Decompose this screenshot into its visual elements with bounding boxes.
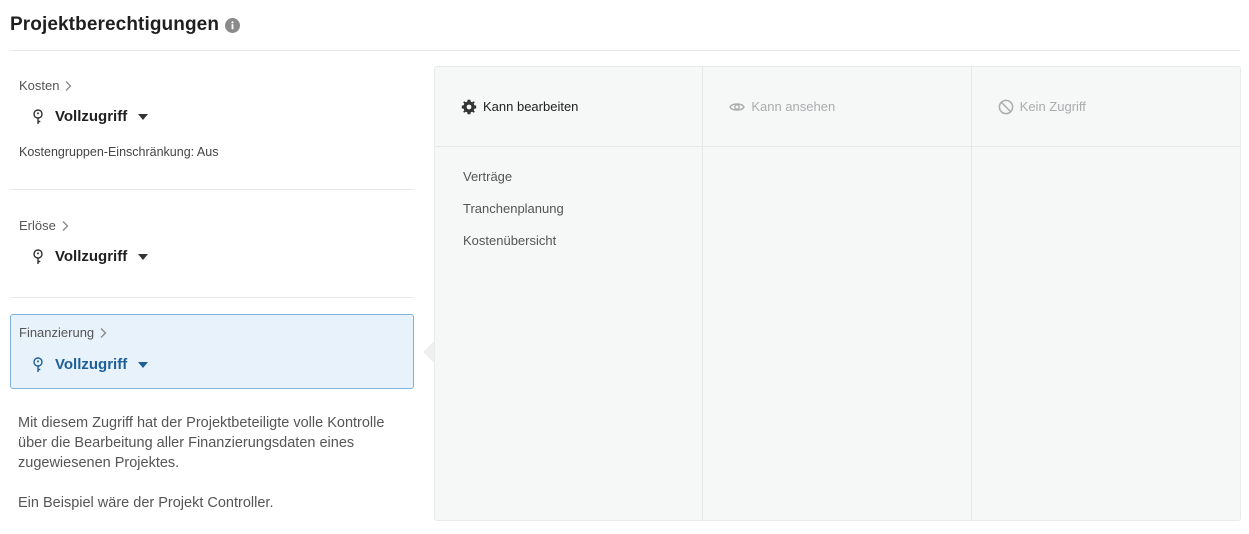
column-can-view: Kann ansehen (703, 67, 972, 520)
permissions-panel: Kann bearbeiten Verträge Tranchenplanung… (434, 66, 1241, 521)
section-link-finanzierung[interactable]: Finanzierung (19, 325, 107, 340)
no-access-icon (998, 99, 1014, 115)
info-icon[interactable] (225, 17, 241, 33)
permission-list: Verträge Tranchenplanung Kostenübersicht (435, 147, 702, 265)
section-erloese: Erlöse Vollzugriff (10, 216, 414, 296)
chevron-right-icon (64, 80, 72, 92)
column-header-can-view: Kann ansehen (703, 67, 971, 147)
section-link-erloese[interactable]: Erlöse (19, 218, 69, 233)
header-divider (10, 50, 1240, 51)
list-item: Verträge (463, 169, 513, 184)
access-value: Vollzugriff (55, 108, 128, 125)
column-header-label: Kann ansehen (751, 99, 836, 114)
page-title: Projektberechtigungen (10, 14, 220, 35)
access-description: Mit diesem Zugriff hat der Projektbeteil… (18, 413, 413, 533)
section-label: Kosten (19, 78, 60, 93)
access-dropdown-kosten[interactable]: Vollzugriff (31, 108, 149, 125)
column-header-label: Kein Zugriff (1019, 99, 1086, 114)
column-header-no-access: Kein Zugriff (971, 67, 1240, 147)
access-dropdown-erloese[interactable]: Vollzugriff (31, 248, 149, 265)
chevron-right-icon (99, 327, 107, 339)
column-header-label: Kann bearbeiten (483, 99, 579, 114)
panel-pointer (423, 341, 434, 363)
key-icon (31, 356, 45, 373)
gear-icon (461, 99, 477, 115)
section-divider (10, 297, 414, 298)
description-paragraph: Mit diesem Zugriff hat der Projektbeteil… (18, 415, 385, 471)
key-icon (31, 108, 45, 125)
column-no-access: Kein Zugriff (971, 67, 1240, 520)
caret-down-icon (138, 361, 149, 368)
caret-down-icon (138, 113, 149, 120)
list-item: Tranchenplanung (463, 201, 564, 216)
key-icon (31, 248, 45, 265)
access-dropdown-finanzierung[interactable]: Vollzugriff (31, 356, 149, 373)
column-header-can-edit: Kann bearbeiten (435, 67, 703, 147)
access-value: Vollzugriff (55, 248, 128, 265)
section-finanzierung[interactable]: Finanzierung Vollzugriff (10, 314, 414, 389)
section-divider (10, 189, 414, 190)
list-item: Kostenübersicht (463, 233, 557, 248)
caret-down-icon (138, 253, 149, 260)
access-value: Vollzugriff (55, 356, 128, 373)
section-kosten: Kosten Vollzugriff Kostengruppen-Einschr… (10, 76, 414, 186)
section-label: Erlöse (19, 218, 56, 233)
chevron-right-icon (61, 220, 69, 232)
section-label: Finanzierung (19, 325, 95, 340)
cost-group-restriction: Kostengruppen-Einschränkung: Aus (19, 145, 219, 159)
page-header: Projektberechtigungen (10, 14, 241, 36)
eye-icon (729, 101, 746, 113)
section-link-kosten[interactable]: Kosten (19, 78, 72, 93)
column-can-edit: Kann bearbeiten Verträge Tranchenplanung… (435, 67, 704, 520)
description-example: Ein Beispiel wäre der Projekt Controller… (18, 495, 274, 511)
